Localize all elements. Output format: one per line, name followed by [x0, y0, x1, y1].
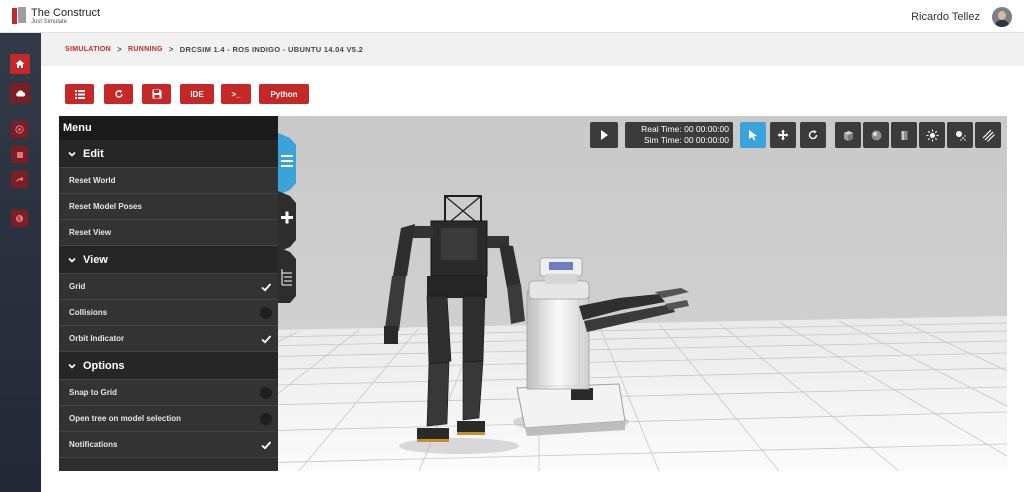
add-point-light-button[interactable]: [919, 122, 945, 148]
sun-icon: [926, 129, 938, 141]
menu-item-collisions[interactable]: Collisions: [59, 300, 278, 326]
tab-menu[interactable]: [278, 133, 296, 195]
python-button[interactable]: Python: [259, 84, 309, 104]
sidebar-target-button[interactable]: [11, 121, 28, 138]
menu-section-label: Edit: [83, 147, 104, 160]
menu-item-grid[interactable]: Grid: [59, 274, 278, 300]
translate-mode-button[interactable]: [770, 122, 796, 148]
app-header: The Construct Just Simulate Ricardo Tell…: [0, 0, 1024, 33]
sidebar-stop-button[interactable]: [11, 146, 28, 163]
menu-side-tabs: [278, 133, 296, 303]
share-icon: [15, 176, 24, 183]
sidebar-globe-button[interactable]: [11, 210, 28, 227]
globe-icon: [15, 214, 24, 223]
menu-item-label: Notifications: [69, 440, 118, 449]
box-icon: [843, 130, 853, 141]
refresh-button[interactable]: [104, 84, 133, 104]
menu-item-label: Reset World: [69, 176, 116, 185]
play-icon: [601, 130, 608, 140]
hamburger-icon: [281, 155, 293, 167]
menu-item-notifications[interactable]: Notifications: [59, 432, 278, 458]
play-button[interactable]: [590, 122, 618, 148]
chevron-down-icon: [68, 151, 76, 157]
spotlight-icon: [955, 130, 966, 141]
menu-item-label: Grid: [69, 282, 86, 291]
menu-item-label: Collisions: [69, 308, 108, 317]
rotate-icon: [808, 130, 818, 140]
target-icon: [15, 125, 24, 134]
save-button[interactable]: [142, 84, 171, 104]
menu-section-view[interactable]: View: [59, 246, 278, 274]
menu-section-edit[interactable]: Edit: [59, 140, 278, 168]
menu-item-reset-model-poses[interactable]: Reset Model Poses: [59, 194, 278, 220]
arrow-cursor-icon: [749, 130, 757, 141]
menu-section-label: View: [83, 253, 108, 266]
tab-insert[interactable]: [278, 191, 296, 252]
chevron-down-icon: [68, 257, 76, 263]
breadcrumb: SIMULATION > RUNNING > DRCSIM 1.4 - ROS …: [65, 45, 363, 54]
cloud-icon: [15, 90, 25, 97]
menu-item-reset-view[interactable]: Reset View: [59, 220, 278, 246]
rotate-mode-button[interactable]: [800, 122, 826, 148]
brand-title[interactable]: The Construct: [31, 7, 100, 19]
add-sphere-button[interactable]: [863, 122, 889, 148]
menu-item-label: Reset Model Poses: [69, 202, 142, 211]
breadcrumb-current: DRCSIM 1.4 - ROS INDIGO - UBUNTU 14.04 V…: [179, 45, 364, 54]
sidebar-home-button[interactable]: [10, 54, 30, 74]
menu-item-label: Open tree on model selection: [69, 414, 182, 423]
home-icon: [15, 60, 25, 68]
move-icon: [777, 129, 789, 141]
unchecked-toggle[interactable]: [260, 413, 272, 425]
add-cylinder-button[interactable]: [891, 122, 917, 148]
menu-section-label: Options: [83, 359, 125, 372]
menu-section-options[interactable]: Options: [59, 352, 278, 380]
checkmark-icon[interactable]: [260, 439, 272, 451]
checkmark-icon[interactable]: [260, 333, 272, 345]
menu-item-label: Reset View: [69, 228, 112, 237]
breadcrumb-running[interactable]: RUNNING: [128, 46, 163, 53]
add-directional-light-button[interactable]: [975, 122, 1001, 148]
brand-subtitle: Just Simulate: [31, 19, 68, 25]
menu-item-orbit-indicator[interactable]: Orbit Indicator: [59, 326, 278, 352]
add-box-button[interactable]: [835, 122, 861, 148]
save-icon: [152, 89, 161, 99]
select-mode-button[interactable]: [740, 122, 766, 148]
unchecked-toggle[interactable]: [260, 307, 272, 319]
menu-item-reset-world[interactable]: Reset World: [59, 168, 278, 194]
breadcrumb-separator: >: [117, 45, 123, 54]
menu-item-label: Orbit Indicator: [69, 334, 125, 343]
menu-title: Menu: [59, 116, 278, 140]
list-icon: [74, 89, 85, 99]
user-avatar[interactable]: [992, 7, 1012, 27]
real-time: Real Time: 00 00:00:00: [641, 124, 729, 134]
checkmark-icon[interactable]: [260, 281, 272, 293]
menu-item-snap-to-grid[interactable]: Snap to Grid: [59, 380, 278, 406]
chevron-down-icon: [68, 363, 76, 369]
breadcrumb-simulation[interactable]: SIMULATION: [65, 46, 111, 53]
breadcrumb-separator: >: [168, 45, 174, 54]
menu-panel: Menu Edit Reset World Reset Model Poses …: [59, 116, 278, 471]
tab-tree[interactable]: [278, 247, 296, 303]
time-display: Real Time: 00 00:00:00 Sim Time: 00 00:0…: [625, 122, 733, 148]
cylinder-icon: [901, 130, 907, 140]
refresh-icon: [114, 89, 123, 98]
breadcrumb-bar: SIMULATION > RUNNING > DRCSIM 1.4 - ROS …: [41, 33, 1024, 66]
sphere-icon: [871, 130, 881, 140]
unchecked-toggle[interactable]: [260, 387, 272, 399]
sidebar-cloud-button[interactable]: [10, 83, 30, 103]
sim-time: Sim Time: 00 00:00:00: [643, 135, 729, 145]
add-spot-light-button[interactable]: [947, 122, 973, 148]
stop-icon: [16, 151, 23, 158]
ide-button[interactable]: IDE: [180, 84, 214, 104]
sidebar-share-button[interactable]: [11, 171, 28, 188]
brand-logo-icon[interactable]: [12, 6, 28, 26]
list-button[interactable]: [65, 84, 94, 104]
user-name[interactable]: Ricardo Tellez: [911, 11, 980, 23]
menu-item-label: Snap to Grid: [69, 388, 117, 397]
left-sidebar: [0, 33, 41, 492]
menu-item-open-tree[interactable]: Open tree on model selection: [59, 406, 278, 432]
terminal-button[interactable]: >_: [221, 84, 251, 104]
directional-light-icon: [982, 129, 995, 142]
